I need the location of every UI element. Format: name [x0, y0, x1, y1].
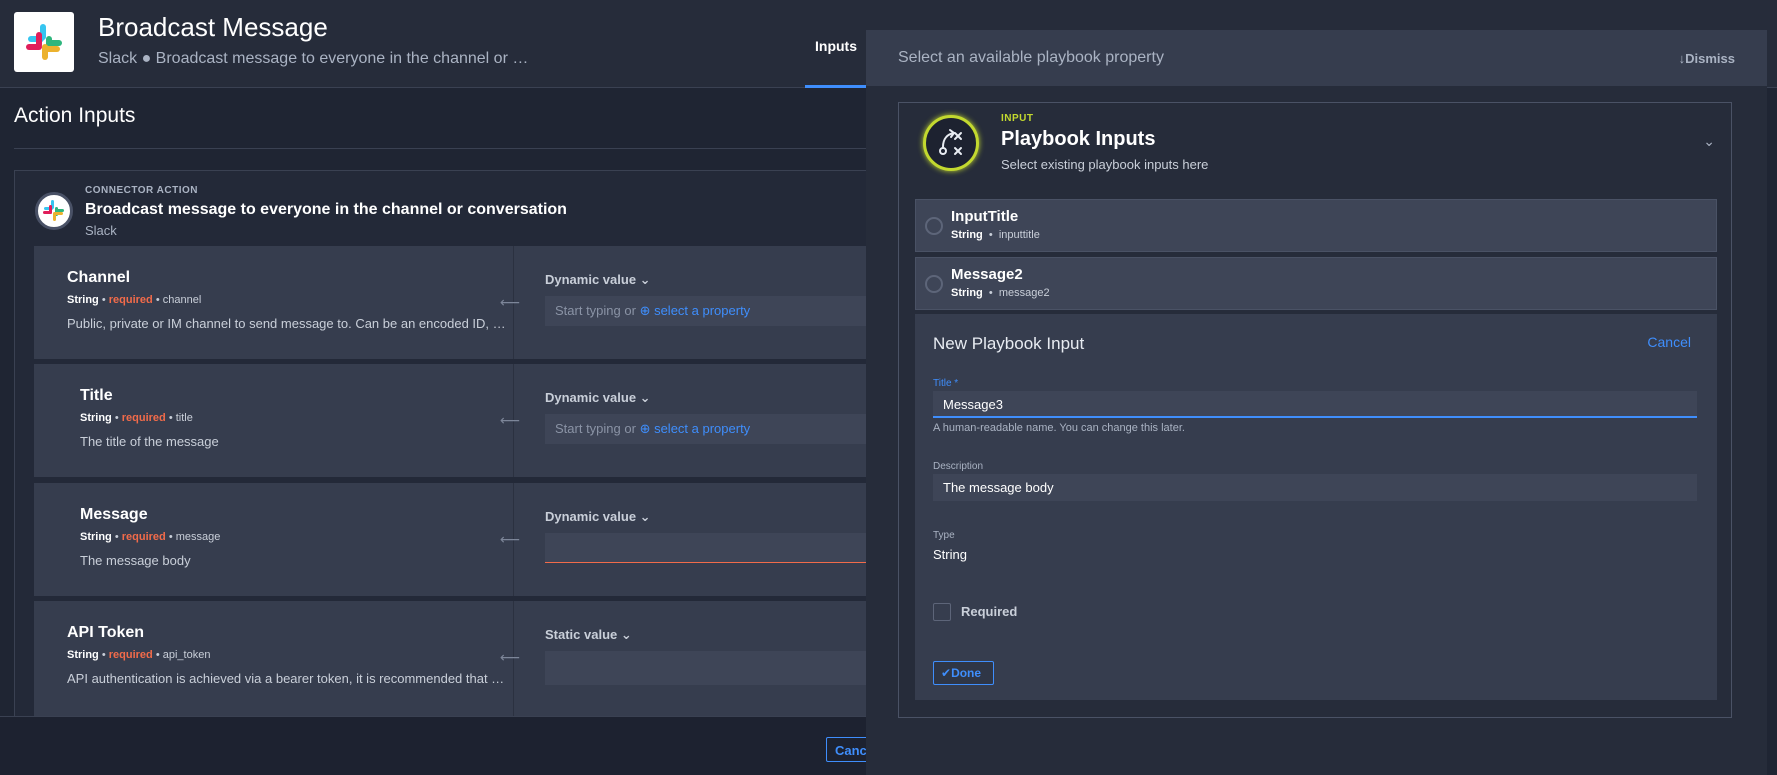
required-label: Required	[961, 604, 1018, 619]
option-meta: String • message2	[951, 287, 1050, 299]
playbook-inputs-section: INPUT Playbook Inputs Select existing pl…	[898, 102, 1732, 718]
title-label: Title *	[933, 378, 959, 389]
input-description: The title of the message	[80, 434, 219, 449]
panel-title: Select an available playbook property	[898, 49, 1164, 66]
playbook-input-option[interactable]: Message2 String • message2	[915, 257, 1717, 310]
chevron-down-icon: ⌄	[620, 627, 632, 642]
slack-logo-icon	[14, 12, 74, 72]
app: Broadcast Message Slack ● Broadcast mess…	[0, 0, 1777, 775]
form-cancel-link[interactable]: Cancel	[1647, 334, 1691, 350]
title-hint: A human-readable name. You can change th…	[933, 422, 1185, 434]
footer-bar	[0, 716, 870, 775]
channel-value-input[interactable]: Start typing or ⊕ select a property	[545, 296, 875, 326]
input-name: Title	[80, 387, 113, 404]
section-title: Playbook Inputs	[1001, 128, 1156, 150]
dismiss-button[interactable]: ↓Dismiss	[1679, 51, 1735, 66]
input-description: The message body	[80, 553, 191, 568]
section-kicker: INPUT	[1001, 113, 1034, 124]
playbook-input-icon	[923, 115, 979, 171]
select-property-link[interactable]: ⊕ select a property	[640, 421, 751, 436]
input-description: API authentication is achieved via a bea…	[67, 671, 505, 686]
arrow-left-icon: ⟵	[500, 649, 521, 665]
form-title: New Playbook Input	[933, 334, 1085, 353]
arrow-left-icon: ⟵	[500, 294, 521, 310]
title-value-input[interactable]: Start typing or ⊕ select a property	[545, 414, 875, 444]
chevron-down-icon: ⌄	[639, 390, 651, 405]
page-title: Broadcast Message	[98, 12, 328, 42]
select-property-link[interactable]: ⊕ select a property	[640, 303, 751, 318]
tab-inputs[interactable]: Inputs	[805, 0, 867, 88]
divider	[14, 148, 870, 149]
input-row-api-token: API Token String • required • api_token …	[34, 601, 875, 716]
option-meta: String • inputtitle	[951, 229, 1040, 241]
chevron-down-icon[interactable]: ⌄	[1703, 133, 1715, 150]
type-value[interactable]: String	[933, 547, 967, 562]
section-subtitle: Select existing playbook inputs here	[1001, 157, 1209, 172]
value-mode-dropdown[interactable]: Dynamic value ⌄	[545, 272, 651, 288]
description-input[interactable]: The message body	[933, 474, 1697, 501]
new-playbook-input-form: New Playbook Input Cancel Title * Messag…	[915, 314, 1717, 700]
arrow-left-icon: ⟵	[500, 412, 521, 428]
option-name: Message2	[951, 266, 1023, 283]
radio-button[interactable]	[925, 275, 943, 293]
chevron-down-icon: ⌄	[639, 509, 651, 524]
value-mode-dropdown[interactable]: Dynamic value ⌄	[545, 509, 651, 525]
input-row-message: Message String • required • message The …	[34, 483, 875, 596]
input-meta: String • required • channel	[67, 294, 202, 306]
option-name: InputTitle	[951, 208, 1019, 225]
input-meta: String • required • api_token	[67, 649, 211, 661]
input-description: Public, private or IM channel to send me…	[67, 316, 507, 331]
panel-header: Select an available playbook property ↓D…	[866, 30, 1767, 86]
input-name: API Token	[67, 624, 145, 641]
check-icon: ✔	[941, 666, 952, 680]
input-meta: String • required • message	[80, 531, 221, 543]
radio-button[interactable]	[925, 217, 943, 235]
input-row-title: Title String • required • title The titl…	[34, 364, 875, 477]
type-label: Type	[933, 530, 955, 541]
value-mode-dropdown[interactable]: Dynamic value ⌄	[545, 390, 651, 406]
property-picker-panel: Select an available playbook property ↓D…	[866, 30, 1767, 775]
connector-action-subtitle: Slack	[85, 223, 117, 238]
api-token-value-input[interactable]	[545, 651, 875, 685]
connector-action-kicker: CONNECTOR ACTION	[85, 185, 198, 196]
message-value-input[interactable]	[545, 533, 875, 563]
value-mode-dropdown[interactable]: Static value ⌄	[545, 627, 632, 643]
arrow-left-icon: ⟵	[500, 531, 521, 547]
action-inputs-title: Action Inputs	[14, 104, 136, 127]
page-subtitle: Slack ● Broadcast message to everyone in…	[98, 50, 529, 67]
connector-action-title: Broadcast message to everyone in the cha…	[85, 201, 567, 218]
description-label: Description	[933, 461, 984, 472]
done-button[interactable]: ✔Done	[933, 661, 994, 685]
input-name: Message	[80, 506, 148, 523]
title-input[interactable]: Message3	[933, 391, 1697, 418]
input-meta: String • required • title	[80, 412, 193, 424]
input-name: Channel	[67, 269, 131, 286]
slack-icon	[35, 192, 73, 230]
required-checkbox[interactable]	[933, 603, 951, 621]
chevron-down-icon: ⌄	[639, 272, 651, 287]
input-row-channel: Channel String • required • channel Publ…	[34, 246, 875, 359]
playbook-input-option[interactable]: InputTitle String • inputtitle	[915, 199, 1717, 252]
